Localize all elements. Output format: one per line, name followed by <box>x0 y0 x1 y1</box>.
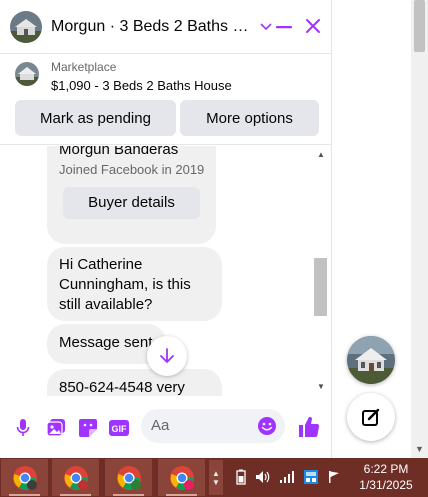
message-composer: GIF <box>0 397 332 458</box>
active-indicator <box>113 494 144 496</box>
mark-as-pending-button[interactable]: Mark as pending <box>15 100 176 136</box>
scroll-down-arrow-icon[interactable]: ▼ <box>415 444 424 454</box>
arrow-down-icon <box>160 348 174 363</box>
minimize-icon[interactable] <box>274 17 294 37</box>
buyer-details-button[interactable]: Buyer details <box>63 187 200 219</box>
active-indicator <box>9 494 40 496</box>
windows-taskbar: ▲ ▼ 6:22 PM 1/31/2025 <box>0 458 428 497</box>
system-clock[interactable]: 6:22 PM 1/31/2025 <box>350 461 422 493</box>
gif-icon[interactable]: GIF <box>108 417 130 439</box>
new-message-button[interactable] <box>347 393 395 441</box>
marketplace-listing: Marketplace $1,090 - 3 Beds 2 Baths Hous… <box>0 55 332 145</box>
message-input-field[interactable] <box>141 409 285 443</box>
taskbar-chrome-window[interactable] <box>105 459 152 496</box>
app-tray-icon[interactable] <box>302 467 320 487</box>
jump-to-latest-button[interactable] <box>147 336 187 376</box>
active-indicator <box>166 494 197 496</box>
emoji-icon[interactable] <box>257 416 277 436</box>
chat-window: Morgun · 3 Beds 2 Baths House Marketplac… <box>0 0 332 458</box>
chevron-down-icon[interactable] <box>259 20 273 34</box>
listing-thumbnail[interactable] <box>15 62 39 86</box>
sticker-icon[interactable] <box>77 417 99 439</box>
close-icon[interactable] <box>302 15 324 37</box>
chrome-icon <box>63 465 89 491</box>
active-indicator <box>60 494 91 496</box>
scroll-up-arrow-icon[interactable]: ▲ <box>317 150 325 159</box>
microphone-icon[interactable] <box>12 417 34 439</box>
contact-avatar[interactable] <box>10 10 42 43</box>
clock-time: 6:22 PM <box>363 462 409 476</box>
chat-head-avatar[interactable] <box>347 336 395 384</box>
page-scrollbar[interactable]: ▼ <box>411 0 428 458</box>
chat-header[interactable]: Morgun · 3 Beds 2 Baths House <box>0 0 332 54</box>
message-input[interactable] <box>151 417 251 434</box>
more-options-button[interactable]: More options <box>180 100 319 136</box>
taskbar-chrome-window[interactable] <box>158 459 205 496</box>
thread-scrollbar-thumb[interactable] <box>314 258 327 316</box>
battery-icon[interactable] <box>235 467 247 487</box>
page-scrollbar-thumb[interactable] <box>414 0 425 52</box>
scroll-down-arrow-icon[interactable]: ▼ <box>317 382 325 391</box>
like-thumb-icon[interactable] <box>297 415 321 439</box>
network-signal-icon[interactable] <box>278 467 296 487</box>
chrome-icon <box>116 465 142 491</box>
photo-icon[interactable] <box>45 417 67 439</box>
thread-scrollbar[interactable]: ▲ ▼ <box>312 146 329 396</box>
conversation-title[interactable]: Morgun · 3 Beds 2 Baths House <box>51 18 251 36</box>
clock-date: 1/31/2025 <box>359 478 413 492</box>
listing-summary[interactable]: $1,090 - 3 Beds 2 Baths House <box>51 78 232 93</box>
taskbar-chrome-window[interactable] <box>52 459 99 496</box>
volume-icon[interactable] <box>254 467 272 487</box>
profile-card-message: Morgun Banderas Joined Facebook in 2019 … <box>47 146 216 244</box>
svg-text:GIF: GIF <box>112 424 128 434</box>
taskbar-overflow-chevron-icon[interactable]: ▲ ▼ <box>209 460 223 495</box>
profile-name: Morgun Banderas <box>59 146 179 158</box>
chrome-icon <box>12 465 38 491</box>
message-bubble: Hi Catherine Cunningham, is this still a… <box>47 247 222 321</box>
notification-flag-icon[interactable] <box>326 467 342 487</box>
compose-icon <box>362 408 380 426</box>
chrome-icon <box>169 465 195 491</box>
profile-joined: Joined Facebook in 2019 <box>59 162 205 177</box>
listing-source: Marketplace <box>51 60 117 74</box>
message-bubble: 850-624-4548 very <box>47 369 222 396</box>
taskbar-chrome-window[interactable] <box>1 459 48 496</box>
